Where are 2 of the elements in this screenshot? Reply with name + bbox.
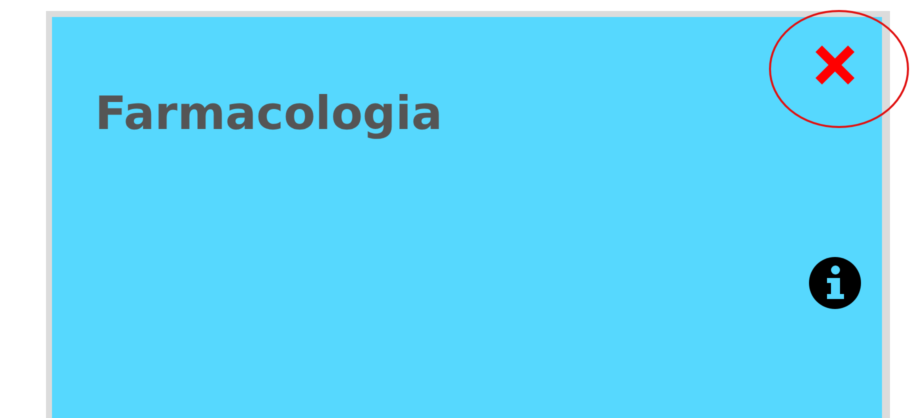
card-title: Farmacologia <box>94 85 442 142</box>
info-icon[interactable] <box>808 256 862 310</box>
